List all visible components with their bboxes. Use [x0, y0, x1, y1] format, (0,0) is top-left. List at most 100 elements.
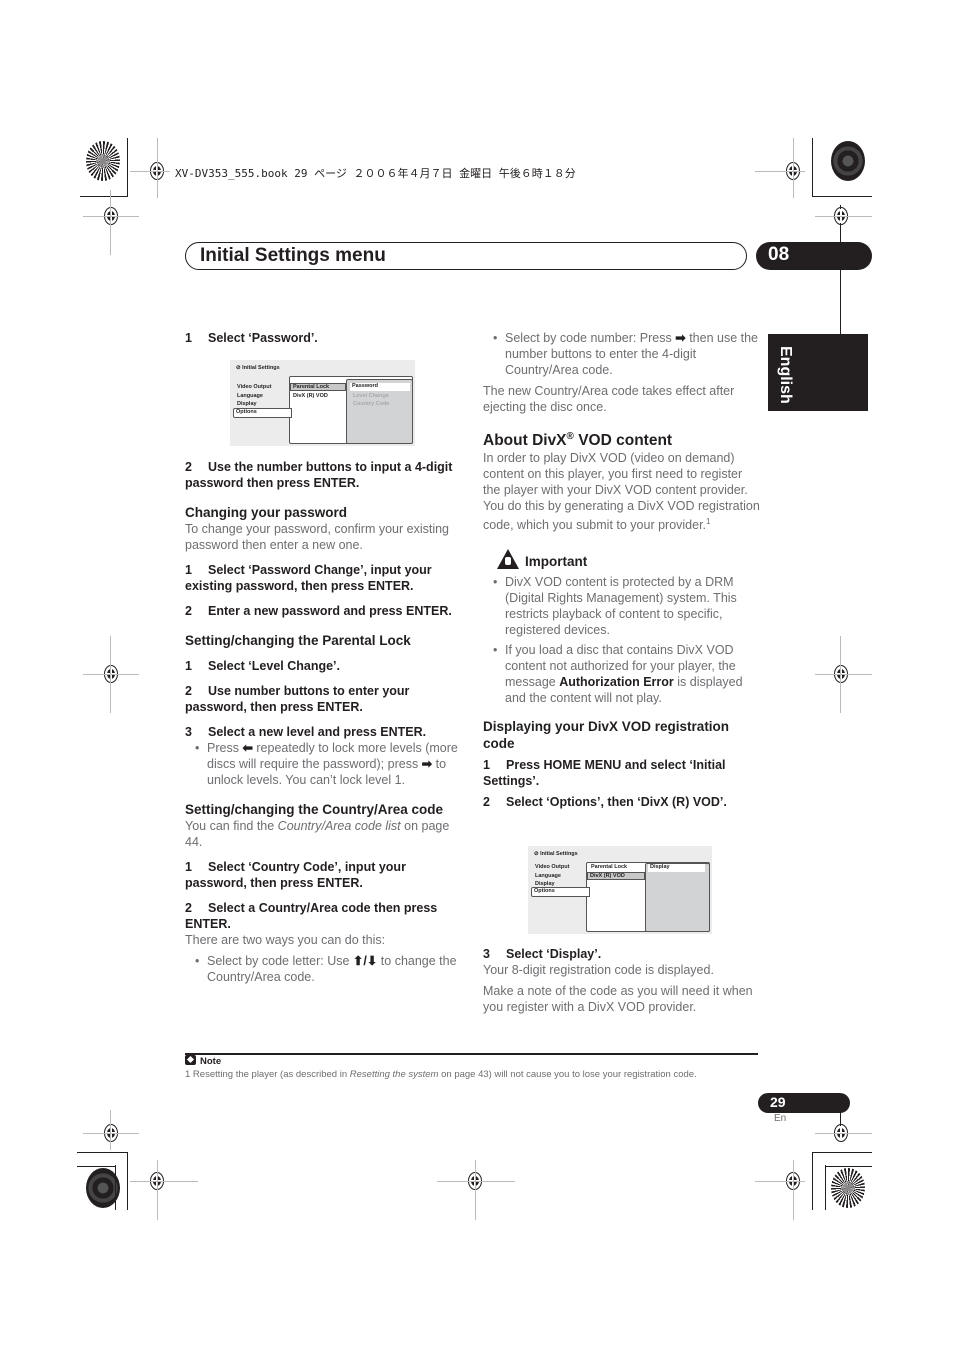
crop-mark	[157, 138, 158, 198]
crop-mark	[437, 1181, 515, 1182]
step-select-options: 2 Select ‘Options’, then ‘DivX (R) VOD’.	[483, 795, 727, 810]
crop-mark	[793, 1160, 794, 1220]
settings-screen-divx: ⊘ Initial Settings Video Output Language…	[528, 846, 712, 934]
step-select-country-code: 1 Select ‘Country Code’, input your passw…	[185, 860, 406, 890]
menu-parental-lock: Parental Lock	[290, 383, 346, 391]
page-language: En	[774, 1113, 787, 1124]
registration-target-top-right	[831, 141, 865, 181]
chapter-number: 08	[768, 244, 790, 265]
crop-mark	[812, 1152, 872, 1153]
crop-mark	[83, 674, 139, 675]
bullet-code-number: Select by code number: Press ➡ then use …	[483, 330, 761, 378]
crop-mark	[755, 1181, 805, 1182]
crop-mark	[77, 1152, 127, 1153]
menu-language: Language	[237, 393, 263, 399]
print-header: XV-DV353_555.book 29 ページ ２００６年４月７日 金曜日 午…	[175, 167, 576, 180]
heading-changing-password: Changing your password	[185, 505, 348, 520]
important-heading: Important	[483, 549, 761, 570]
menu-language: Language	[535, 873, 561, 879]
menu-options: Options	[534, 888, 555, 894]
step-input-password: 2 Use the number buttons to input a 4-dig…	[185, 460, 453, 490]
crop-mark	[812, 138, 813, 196]
menu-divx-vod: DivX (R) VOD	[587, 872, 645, 880]
disc-icon: ⊘	[534, 851, 539, 857]
menu-parental-lock: Parental Lock	[591, 864, 628, 870]
disc-icon: ⊘	[236, 365, 241, 371]
crop-mark	[127, 138, 128, 196]
bullet-level-arrows: Press ⬅ repeatedly to lock more levels (…	[185, 740, 463, 788]
left-column-content: 2 Use the number buttons to input a 4-dig…	[185, 459, 463, 985]
crop-mark	[110, 190, 111, 255]
note-heading: Note	[185, 1055, 221, 1067]
heading-parental-lock: Setting/changing the Parental Lock	[185, 633, 411, 648]
heading-country-code: Setting/changing the Country/Area code	[185, 802, 444, 817]
step-select-area-code: 2 Select a Country/Area code then press E…	[185, 901, 438, 931]
make-note-text: Make a note of the code as you will need…	[483, 984, 753, 1014]
menu-password: Password	[350, 383, 410, 391]
crop-mark	[110, 636, 111, 713]
page-number-badge: 29	[758, 1093, 850, 1113]
menu-divx-vod: DivX (R) VOD	[293, 393, 328, 399]
code-displayed-text: Your 8-digit registration code is displa…	[483, 963, 714, 977]
step-enter-password: 2 Use number buttons to enter your passwo…	[185, 684, 410, 714]
footnote-ref[interactable]: 1	[706, 517, 710, 526]
crop-mark	[755, 171, 805, 172]
note-icon	[185, 1055, 196, 1065]
crop-mark	[815, 216, 872, 217]
crop-mark	[793, 138, 794, 198]
right-column: Select by code number: Press ➡ then use …	[483, 330, 761, 810]
two-ways-text: There are two ways you can do this:	[185, 933, 386, 947]
crop-mark	[825, 1165, 826, 1210]
heading-divx: About DivX® VOD content	[483, 431, 673, 450]
crop-mark	[77, 1166, 115, 1167]
crop-mark	[815, 674, 872, 675]
language-label: English	[777, 346, 794, 404]
crop-mark	[130, 1181, 198, 1182]
crop-mark	[83, 216, 139, 217]
heading-display-code: Displaying your DivX VOD registration co…	[483, 719, 730, 752]
left-arrow-icon: ⬅	[242, 741, 253, 755]
crop-mark	[812, 1152, 813, 1210]
right-arrow-icon: ➡	[421, 757, 433, 771]
bullet-authorization: If you load a disc that contains DivX VO…	[483, 642, 761, 706]
up-down-arrow-icon: ⬆/⬇	[352, 954, 378, 968]
crop-mark	[157, 1160, 158, 1220]
menu-display-code: Display	[648, 864, 705, 872]
country-code-body: You can find the Country/Area code list …	[185, 819, 450, 849]
section-title: Initial Settings menu	[200, 245, 386, 266]
menu-country-code: Country Code	[353, 401, 390, 407]
step-enter-new-password: 2 Enter a new password and press ENTER.	[185, 604, 452, 618]
step-select-display: 3 Select ‘Display’.	[483, 947, 602, 961]
step-home-menu: 1 Press HOME MENU and select ‘Initial Set…	[483, 758, 726, 789]
language-tab: English	[768, 334, 868, 411]
crop-mark	[115, 1165, 116, 1210]
crop-mark	[110, 1110, 111, 1150]
registration-target-top-left	[86, 141, 120, 181]
menu-options: Options	[236, 409, 257, 415]
crop-mark	[840, 636, 841, 713]
footnote-text: 1 Resetting the player (as described in …	[185, 1069, 697, 1080]
takes-effect-text: The new Country/Area code takes effect a…	[483, 384, 735, 414]
screen-title: ⊘ Initial Settings	[236, 365, 280, 371]
menu-video-output: Video Output	[237, 384, 272, 390]
crop-mark	[815, 1133, 872, 1134]
step-select-password: 1 Select ‘Password’.	[185, 331, 318, 345]
menu-display: Display	[237, 401, 257, 407]
section-title-bar: Initial Settings menu	[185, 242, 747, 270]
bullet-drm: DivX VOD content is protected by a DRM (…	[483, 574, 761, 638]
changing-password-body: To change your password, confirm your ex…	[185, 522, 450, 552]
crop-mark	[475, 1160, 476, 1220]
menu-video-output: Video Output	[535, 864, 570, 870]
settings-screen-password: ⊘ Initial Settings Video Output Language…	[230, 360, 415, 446]
screen-title: ⊘ Initial Settings	[534, 851, 578, 857]
step-password-change: 1 Select ‘Password Change’, input your ex…	[185, 563, 432, 593]
registration-target-bottom-right	[831, 1168, 865, 1208]
right-panel	[645, 863, 710, 932]
right-column-bottom: 3 Select ‘Display’. Your 8-digit registra…	[483, 946, 761, 1015]
step-select-level: 3 Select a new level and press ENTER.	[185, 725, 427, 739]
crop-mark	[83, 1133, 139, 1134]
crop-mark	[130, 171, 170, 172]
right-arrow-icon: ➡	[675, 331, 686, 345]
bullet-code-letter: Select by code letter: Use ⬆/⬇ to change…	[185, 953, 463, 985]
step-level-change: 1 Select ‘Level Change’.	[185, 659, 340, 673]
